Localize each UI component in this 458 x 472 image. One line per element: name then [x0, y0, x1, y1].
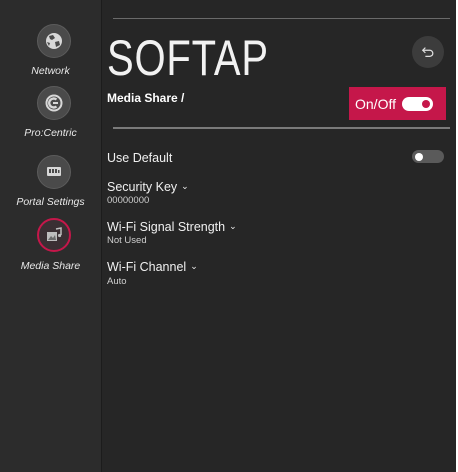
wifi-signal-strength-label: Wi-Fi Signal Strength	[107, 220, 226, 234]
use-default-label: Use Default	[107, 151, 173, 165]
network-globe-icon	[37, 24, 71, 58]
use-default-toggle-knob	[415, 152, 423, 161]
wifi-signal-strength-value: Not Used	[107, 235, 147, 246]
onoff-switch	[401, 96, 433, 111]
page-title: SOFTAP	[107, 30, 269, 86]
chevron-down-icon: ⌄	[229, 221, 237, 231]
media-share-icon	[37, 218, 71, 252]
wifi-channel-value: Auto	[107, 276, 127, 287]
sidebar-item-label: Pro:Centric	[24, 127, 77, 139]
tv-settings-screen: Network Pro:Centric Portal Settings Medi…	[0, 0, 456, 472]
sidebar-item-label: Portal Settings	[16, 196, 85, 208]
wifi-signal-strength-dropdown[interactable]: Wi-Fi Signal Strength ⌄	[107, 220, 237, 234]
sidebar: Network Pro:Centric Portal Settings Medi…	[0, 0, 101, 472]
security-key-dropdown[interactable]: Security Key ⌄	[107, 180, 189, 194]
onoff-toggle-button[interactable]: On/Off	[349, 87, 446, 120]
security-key-value: 00000000	[107, 195, 150, 206]
onoff-label: On/Off	[355, 95, 396, 112]
back-arrow-icon	[421, 47, 434, 57]
sidebar-divider	[101, 0, 102, 472]
wifi-channel-label: Wi-Fi Channel	[107, 260, 187, 274]
sidebar-item-label: Media Share	[20, 260, 81, 272]
back-button[interactable]	[412, 36, 444, 68]
header-divider	[113, 127, 450, 129]
onoff-switch-knob	[421, 99, 430, 108]
chevron-down-icon: ⌄	[190, 261, 198, 271]
top-divider	[113, 18, 450, 19]
procentric-icon	[37, 86, 71, 120]
wifi-channel-dropdown[interactable]: Wi-Fi Channel ⌄	[107, 260, 198, 274]
use-default-toggle[interactable]	[412, 150, 444, 163]
portal-settings-icon	[37, 155, 71, 189]
breadcrumb: Media Share /	[107, 91, 185, 105]
chevron-down-icon: ⌄	[181, 181, 189, 191]
sidebar-item-label: Network	[31, 65, 70, 77]
security-key-label: Security Key	[107, 180, 178, 194]
